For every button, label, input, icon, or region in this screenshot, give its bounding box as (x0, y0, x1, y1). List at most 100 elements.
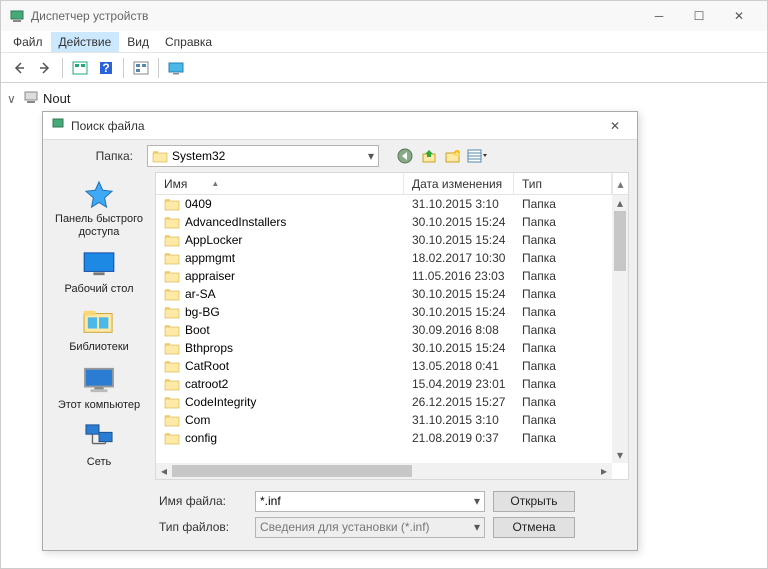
file-name: AppLocker (185, 233, 242, 247)
dialog-body: Панель быстрого доступа Рабочий стол Биб… (43, 172, 637, 484)
maximize-button[interactable]: ☐ (679, 2, 719, 30)
file-type: Папка (514, 251, 612, 265)
file-row[interactable]: bg-BG30.10.2015 15:24Папка (156, 303, 612, 321)
scroll-down-icon[interactable]: ▾ (612, 447, 628, 463)
file-type: Папка (514, 395, 612, 409)
file-row[interactable]: CodeIntegrity26.12.2015 15:27Папка (156, 393, 612, 411)
scroll-right-icon[interactable]: ▸ (596, 463, 612, 479)
network-icon (81, 421, 117, 453)
folder-icon (164, 215, 180, 229)
folder-icon (164, 413, 180, 427)
scan-button[interactable] (129, 56, 153, 80)
file-name: appraiser (185, 269, 235, 283)
help-button[interactable]: ? (94, 56, 118, 80)
file-name: appmgmt (185, 251, 235, 265)
place-desktop[interactable]: Рабочий стол (43, 248, 155, 296)
folder-icon (164, 341, 180, 355)
nav-newfolder-button[interactable] (443, 146, 463, 166)
chevron-down-icon: ▾ (474, 520, 480, 534)
file-name: 0409 (185, 197, 212, 211)
scroll-up-icon[interactable]: ▴ (612, 173, 628, 194)
nav-viewmenu-button[interactable] (467, 146, 487, 166)
scroll-up-icon[interactable]: ▴ (612, 195, 628, 211)
minimize-button[interactable]: ─ (639, 2, 679, 30)
column-date[interactable]: Дата изменения (404, 173, 514, 194)
file-type: Папка (514, 233, 612, 247)
file-row[interactable]: Boot30.09.2016 8:08Папка (156, 321, 612, 339)
file-row[interactable]: appraiser11.05.2016 23:03Папка (156, 267, 612, 285)
file-name: Boot (185, 323, 210, 337)
filename-input[interactable]: *.inf ▾ (255, 491, 485, 512)
scroll-left-icon[interactable]: ◂ (156, 463, 172, 479)
open-button[interactable]: Открыть (493, 491, 575, 512)
file-row[interactable]: appmgmt18.02.2017 10:30Папка (156, 249, 612, 267)
folder-icon (164, 305, 180, 319)
file-row[interactable]: AppLocker 30.10.2015 15:24Папка (156, 231, 612, 249)
file-row[interactable]: catroot215.04.2019 23:01Папка (156, 375, 612, 393)
file-date: 13.05.2018 0:41 (404, 359, 514, 373)
window-title: Диспетчер устройств (31, 9, 639, 23)
menu-view[interactable]: Вид (119, 32, 157, 52)
folder-icon (164, 287, 180, 301)
file-type: Папка (514, 215, 612, 229)
file-row[interactable]: config21.08.2019 0:37Папка (156, 429, 612, 447)
back-button[interactable] (7, 56, 31, 80)
file-name: CatRoot (185, 359, 229, 373)
column-name[interactable]: Имя (156, 173, 404, 194)
folder-icon (164, 431, 180, 445)
scroll-thumb[interactable] (614, 211, 626, 271)
dialog-nav: Папка: System32 ▾ (43, 140, 637, 172)
menu-file[interactable]: Файл (5, 32, 51, 52)
horizontal-scrollbar[interactable]: ◂ ▸ (156, 463, 612, 479)
file-row[interactable]: CatRoot13.05.2018 0:41Папка (156, 357, 612, 375)
folder-icon (164, 395, 180, 409)
folder-icon (164, 323, 180, 337)
file-panel: Имя Дата изменения Тип ▴ 040931.10.2015 … (155, 172, 629, 480)
nav-up-button[interactable] (419, 146, 439, 166)
dialog-title: Поиск файла (71, 119, 601, 133)
place-network[interactable]: Сеть (43, 421, 155, 469)
menu-help[interactable]: Справка (157, 32, 220, 52)
file-type: Папка (514, 341, 612, 355)
file-row[interactable]: ar-SA30.10.2015 15:24Папка (156, 285, 612, 303)
file-date: 30.10.2015 15:24 (404, 215, 514, 229)
cancel-button[interactable]: Отмена (493, 517, 575, 538)
expand-icon[interactable]: ∨ (7, 92, 19, 106)
chevron-down-icon: ▾ (368, 149, 374, 163)
file-type: Папка (514, 323, 612, 337)
tree-root-row[interactable]: ∨ Nout (7, 87, 761, 110)
svg-text:?: ? (102, 61, 109, 75)
computer-icon (23, 89, 39, 108)
desktop-icon (81, 248, 117, 280)
folder-icon (164, 233, 180, 247)
folder-icon (164, 197, 180, 211)
file-name: config (185, 431, 217, 445)
folder-icon (152, 149, 168, 163)
file-row[interactable]: AdvancedInstallers30.10.2015 15:24Папка (156, 213, 612, 231)
current-folder: System32 (172, 149, 368, 163)
nav-back-button[interactable] (395, 146, 415, 166)
place-this-pc[interactable]: Этот компьютер (43, 364, 155, 412)
folder-combo[interactable]: System32 ▾ (147, 145, 379, 167)
place-libraries[interactable]: Библиотеки (43, 306, 155, 354)
menu-action[interactable]: Действие (51, 32, 120, 52)
dialog-titlebar: Поиск файла ✕ (43, 112, 637, 140)
file-row[interactable]: Com31.10.2015 3:10Папка (156, 411, 612, 429)
file-date: 30.10.2015 15:24 (404, 287, 514, 301)
chevron-down-icon: ▾ (474, 494, 480, 508)
scroll-thumb[interactable] (172, 465, 412, 477)
monitor-button[interactable] (164, 56, 188, 80)
vertical-scrollbar[interactable]: ▴ ▾ (612, 195, 628, 463)
file-list: 040931.10.2015 3:10ПапкаAdvancedInstalle… (156, 195, 628, 479)
file-row[interactable]: Bthprops30.10.2015 15:24Папка (156, 339, 612, 357)
show-hidden-button[interactable] (68, 56, 92, 80)
column-type[interactable]: Тип (514, 173, 612, 194)
file-row[interactable]: 040931.10.2015 3:10Папка (156, 195, 612, 213)
close-button[interactable]: ✕ (719, 2, 759, 30)
folder-icon (164, 251, 180, 265)
forward-button[interactable] (33, 56, 57, 80)
dialog-close-button[interactable]: ✕ (601, 113, 629, 139)
file-date: 30.10.2015 15:24 (404, 233, 514, 247)
filetype-select[interactable]: Сведения для установки (*.inf) ▾ (255, 517, 485, 538)
place-quick-access[interactable]: Панель быстрого доступа (43, 178, 155, 238)
